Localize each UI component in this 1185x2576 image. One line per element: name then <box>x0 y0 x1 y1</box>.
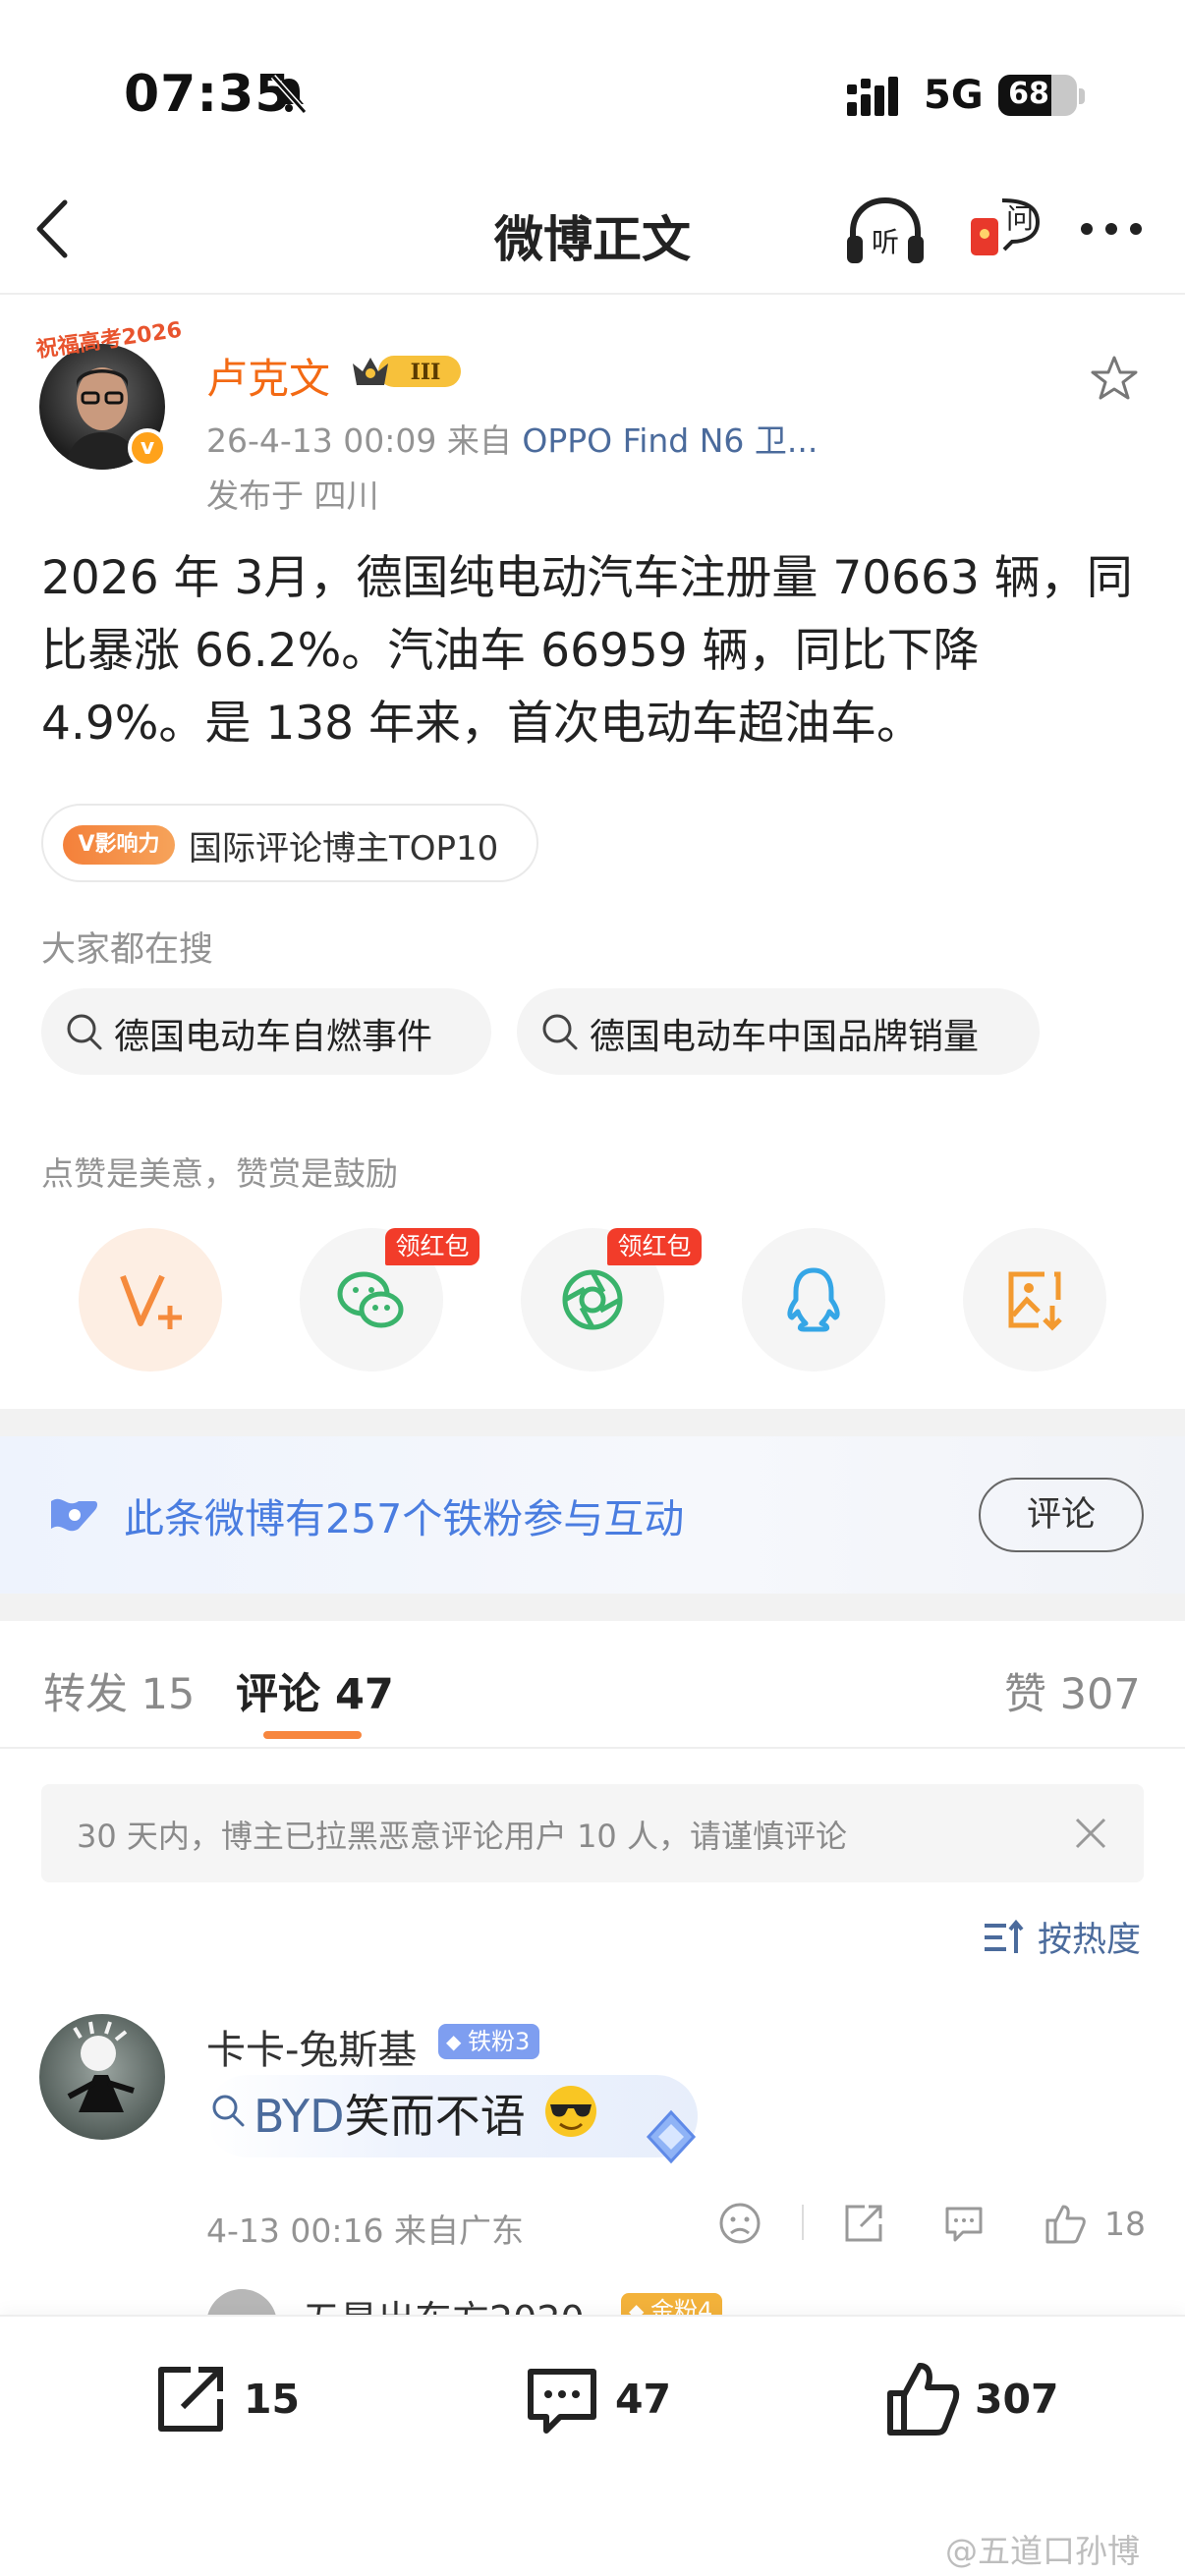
avatar[interactable] <box>39 2014 165 2140</box>
tab-comment-count: 47 <box>334 1670 394 1719</box>
comment-author-name[interactable]: 卡卡-兔斯基 <box>206 2018 417 2075</box>
signal-icon <box>847 77 898 116</box>
fans-flag-icon <box>51 1498 97 1532</box>
diamond-icon <box>646 2109 697 2164</box>
sort-icon <box>985 1919 1024 1953</box>
post-time: 26-4-13 00:09 <box>206 421 437 460</box>
ask-label: 问 <box>1006 202 1034 235</box>
comment-notice: 30 天内，博主已拉黑恶意评论用户 10 人，请谨慎评论 <box>41 1784 1144 1882</box>
tab-like[interactable]: 赞 307 <box>1004 1660 1141 1721</box>
post-device[interactable]: OPPO Find N6 卫... <box>522 421 818 460</box>
hot-search-text: 德国电动车中国品牌销量 <box>590 1017 980 1057</box>
fans-banner[interactable]: 此条微博有257个铁粉参与互动 评论 <box>0 1436 1185 1594</box>
hot-search-chip[interactable]: 德国电动车中国品牌销量 <box>517 988 1040 1075</box>
save-image-icon <box>1008 1271 1062 1331</box>
comment-icon <box>528 2369 596 2434</box>
red-packet-tag: 领红包 <box>385 1228 480 1265</box>
like-count: 307 <box>975 2376 1059 2423</box>
repost-button[interactable]: 15 <box>149 2358 307 2446</box>
watermark: @五道口孙博 <box>945 2532 1140 2570</box>
star-icon[interactable] <box>1089 354 1140 405</box>
listen-label: 听 <box>872 226 899 258</box>
qq-icon <box>787 1267 840 1332</box>
action-divider <box>802 2205 804 2240</box>
comment-text: BYD笑而不语 <box>254 2081 526 2146</box>
like-button[interactable]: 307 <box>880 2358 1059 2446</box>
status-time: 07:35 <box>124 65 292 124</box>
dislike-face-icon[interactable] <box>717 2201 762 2246</box>
nav-bar: 微博正文 听 问 <box>0 167 1185 295</box>
post-meta: 26-4-13 00:09 来自 OPPO Find N6 卫... <box>206 415 818 462</box>
fans-comment-button[interactable]: 评论 <box>979 1478 1144 1552</box>
bell-muted-icon <box>270 75 308 114</box>
notice-text: 30 天内，博主已拉黑恶意评论用户 10 人，请谨慎评论 <box>77 1818 847 1855</box>
influence-badge: V影响力 <box>63 825 175 865</box>
battery-percent: 68 <box>1008 77 1049 111</box>
network-type: 5G <box>924 73 984 118</box>
listen-icon[interactable]: 听 <box>843 193 928 271</box>
section-divider <box>0 1409 1185 1436</box>
reply-icon[interactable] <box>941 2201 987 2246</box>
tab-comment[interactable]: 评论 47 <box>236 1660 394 1721</box>
hot-search-title: 大家都在搜 <box>41 930 214 970</box>
comment-meta: 4-13 00:16 来自广东 <box>206 2212 524 2250</box>
influence-text: 国际评论博主TOP10 <box>189 829 499 868</box>
tab-comment-label: 评论 <box>236 1670 320 1719</box>
tab-underline <box>263 1731 362 1739</box>
repost-count: 15 <box>244 2376 301 2423</box>
crown-level-icon[interactable]: III <box>349 350 463 393</box>
status-bar: 07:35 5G 68 <box>0 0 1185 157</box>
comment-body: 笑而不语 <box>344 2090 526 2143</box>
search-icon <box>212 2095 245 2127</box>
search-icon <box>67 1014 102 1050</box>
avatar-cartoon <box>67 2021 135 2112</box>
sort-label: 按热度 <box>1038 1921 1142 1960</box>
comment-like-count: 18 <box>1104 2205 1146 2243</box>
post-source-prefix: 来自 <box>446 421 512 460</box>
sunglasses-emoji-icon <box>545 2086 596 2137</box>
ask-redpacket-icon[interactable]: 问 <box>965 193 1044 271</box>
more-icon[interactable] <box>1077 214 1146 244</box>
close-icon[interactable] <box>1071 1814 1110 1853</box>
wechat-icon <box>337 1271 404 1328</box>
author-avatar-wrap[interactable]: 祝福高考2026 v <box>34 318 184 470</box>
comment-button[interactable]: 47 <box>521 2358 678 2446</box>
comment-count: 47 <box>615 2376 672 2423</box>
repost-icon <box>158 2367 223 2432</box>
repost-icon[interactable] <box>841 2201 886 2246</box>
verified-badge-icon: v <box>128 428 167 468</box>
hot-search-chip[interactable]: 德国电动车自燃事件 <box>41 988 491 1075</box>
sort-button[interactable]: 按热度 <box>983 1912 1146 1961</box>
tab-bar: 转发 15 评论 47 赞 307 <box>0 1621 1185 1749</box>
share-qq-button[interactable] <box>742 1228 885 1372</box>
like-icon <box>887 2363 960 2436</box>
encourage-text: 点赞是美意，赞赏是鼓励 <box>41 1154 398 1193</box>
section-divider <box>0 1594 1185 1621</box>
search-icon <box>542 1014 578 1050</box>
post-location: 发布于 四川 <box>206 476 379 515</box>
crown-level-text: III <box>411 360 441 385</box>
tip-button[interactable] <box>79 1228 222 1372</box>
red-packet-tag: 领红包 <box>607 1228 702 1265</box>
battery-tip <box>1079 88 1085 104</box>
comment-topic-link[interactable]: BYD <box>254 2090 345 2143</box>
hot-search-text: 德国电动车自燃事件 <box>114 1017 433 1057</box>
fans-text: 此条微博有257个铁粉参与互动 <box>124 1495 685 1542</box>
battery-icon: 68 <box>998 75 1077 116</box>
like-icon[interactable] <box>1042 2201 1087 2246</box>
moments-icon <box>562 1269 623 1330</box>
v-plus-icon <box>120 1274 182 1329</box>
fan-badge: 铁粉3 <box>438 2024 540 2059</box>
tab-repost[interactable]: 转发 15 <box>43 1660 195 1721</box>
save-image-button[interactable] <box>963 1228 1106 1372</box>
influence-chip[interactable]: V影响力 国际评论博主TOP10 <box>41 804 538 882</box>
author-name[interactable]: 卢克文 <box>206 346 330 406</box>
post-text: 2026 年 3月，德国纯电动汽车注册量 70663 辆，同比暴涨 66.2%。… <box>41 551 1133 751</box>
